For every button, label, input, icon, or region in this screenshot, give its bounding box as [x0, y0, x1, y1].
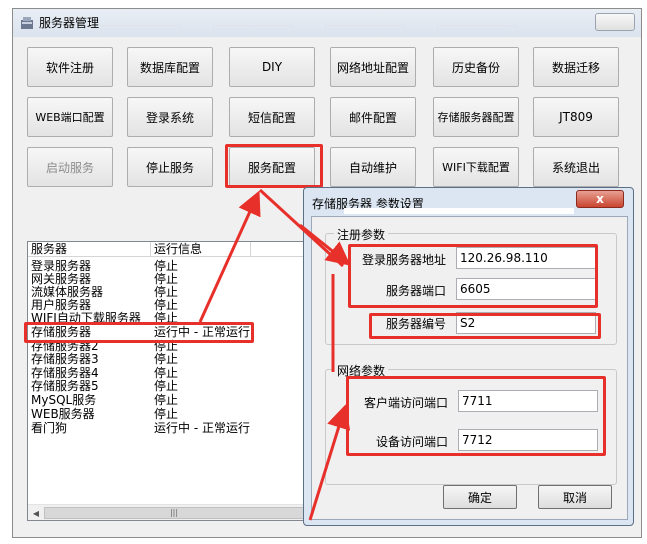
auto-maintain-button[interactable]: 自动维护	[330, 147, 416, 187]
server-status: 停止	[154, 393, 179, 407]
wifi-download-config-button[interactable]: WIFI下载配置	[433, 147, 519, 187]
list-item[interactable]: 存储服务器3 停止	[28, 352, 318, 366]
web-port-config-button[interactable]: WEB端口配置	[27, 97, 113, 137]
window-title: 服务器管理	[39, 16, 100, 30]
scroll-thumb[interactable]: |||	[44, 507, 304, 519]
annotation-box-service-config	[225, 144, 323, 188]
annotation-box-storage-row	[24, 322, 254, 343]
horizontal-scrollbar[interactable]: ◀ |||	[28, 504, 318, 520]
server-name: 看门狗	[31, 421, 68, 435]
dialog-close-button[interactable]: x	[576, 190, 624, 208]
data-migration-button[interactable]: 数据迁移	[533, 47, 619, 87]
group-label: 注册参数	[334, 226, 389, 243]
diy-button[interactable]: DIY	[229, 47, 315, 87]
mail-config-button[interactable]: 邮件配置	[330, 97, 416, 137]
scroll-left-arrow-icon[interactable]: ◀	[28, 505, 44, 520]
database-config-button[interactable]: 数据库配置	[127, 47, 213, 87]
column-header-server[interactable]: 服务器	[31, 242, 67, 257]
annotation-box-login-fields	[348, 244, 598, 308]
storage-server-config-button[interactable]: 存储服务器配置	[433, 97, 519, 137]
software-register-button[interactable]: 软件注册	[27, 47, 113, 87]
title-bar[interactable]: 服务器管理	[13, 9, 641, 37]
list-item[interactable]: WEB服务器 停止	[28, 407, 318, 421]
history-backup-button[interactable]: 历史备份	[433, 47, 519, 87]
network-address-config-button[interactable]: 网络地址配置	[330, 47, 416, 87]
server-status: 停止	[154, 407, 179, 421]
server-name: WEB服务器	[31, 407, 95, 421]
list-item[interactable]: MySQL服务 停止	[28, 393, 318, 407]
server-name: MySQL服务	[31, 393, 97, 407]
server-status: 停止	[154, 379, 179, 393]
storage-server-settings-dialog: 存储服务器 参数设置 x 注册参数 登录服务器地址 120.26.98.110 …	[303, 187, 634, 526]
start-service-button[interactable]: 启动服务	[27, 147, 113, 187]
server-list[interactable]: 服务器 运行信息 登录服务器 停止 网关服务器 停止 流媒体服务器 停止 用户服务器停…	[27, 241, 319, 521]
annotation-box-server-id	[369, 313, 601, 339]
title-mask	[344, 208, 574, 214]
annotation-box-network-fields	[346, 376, 606, 456]
cancel-button[interactable]: 取消	[538, 485, 612, 509]
sms-config-button[interactable]: 短信配置	[229, 97, 315, 137]
login-system-button[interactable]: 登录系统	[127, 97, 213, 137]
list-item[interactable]: 存储服务器5 停止	[28, 379, 318, 393]
system-exit-button[interactable]: 系统退出	[533, 147, 619, 187]
list-header: 服务器 运行信息	[28, 242, 318, 257]
jt809-button[interactable]: JT809	[533, 97, 619, 137]
app-icon	[19, 15, 35, 31]
ok-button[interactable]: 确定	[443, 485, 517, 509]
server-status: 运行中 - 正常运行	[154, 421, 250, 435]
stop-service-button[interactable]: 停止服务	[127, 147, 213, 187]
window-close-button[interactable]	[595, 13, 635, 31]
column-header-status[interactable]: 运行信息	[154, 242, 202, 257]
server-status: 停止	[154, 352, 179, 366]
server-name: 存储服务器3	[31, 352, 99, 366]
list-item[interactable]: 看门狗 运行中 - 正常运行	[28, 421, 318, 435]
server-name: 存储服务器5	[31, 379, 99, 393]
